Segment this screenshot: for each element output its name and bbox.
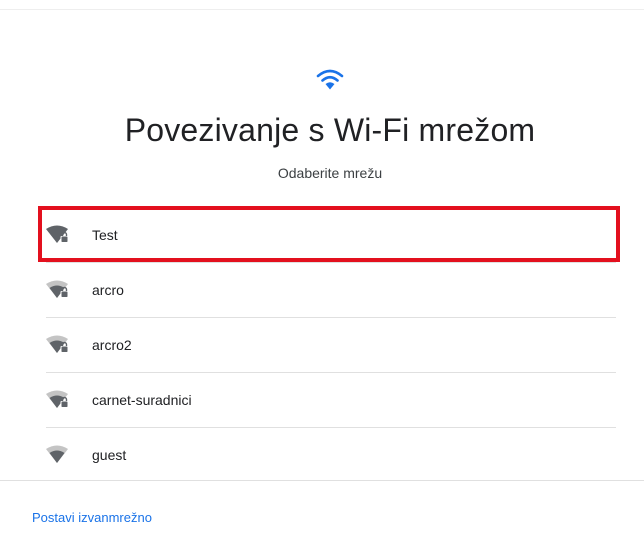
network-list: Test arcro arcro2 carnet-suradnici guest	[46, 208, 616, 482]
wifi-lock-icon	[46, 280, 69, 298]
wifi-icon	[46, 445, 68, 463]
network-ssid: carnet-suradnici	[92, 392, 192, 408]
network-item-guest[interactable]: guest	[46, 428, 616, 482]
network-ssid: Test	[92, 227, 118, 243]
wifi-lock-icon	[46, 225, 69, 243]
network-ssid: guest	[92, 447, 127, 463]
bottom-divider	[0, 480, 644, 481]
page-subtitle: Odaberite mrežu	[277, 165, 383, 181]
setup-offline-link[interactable]: Postavi izvanmrežno	[32, 510, 152, 525]
wifi-lock-icon	[46, 335, 69, 353]
top-divider	[0, 9, 644, 10]
network-item-carnet-suradnici[interactable]: carnet-suradnici	[46, 373, 616, 428]
network-ssid: arcro2	[92, 337, 132, 353]
wifi-icon	[316, 69, 344, 90]
network-ssid: arcro	[92, 282, 124, 298]
wifi-lock-icon	[46, 390, 69, 408]
network-item-arcro2[interactable]: arcro2	[46, 318, 616, 373]
network-item-test[interactable]: Test	[46, 208, 616, 263]
network-item-arcro[interactable]: arcro	[46, 263, 616, 318]
setup-page: Povezivanje s Wi-Fi mrežom Odaberite mre…	[0, 0, 644, 544]
page-title: Povezivanje s Wi-Fi mrežom	[124, 112, 536, 148]
